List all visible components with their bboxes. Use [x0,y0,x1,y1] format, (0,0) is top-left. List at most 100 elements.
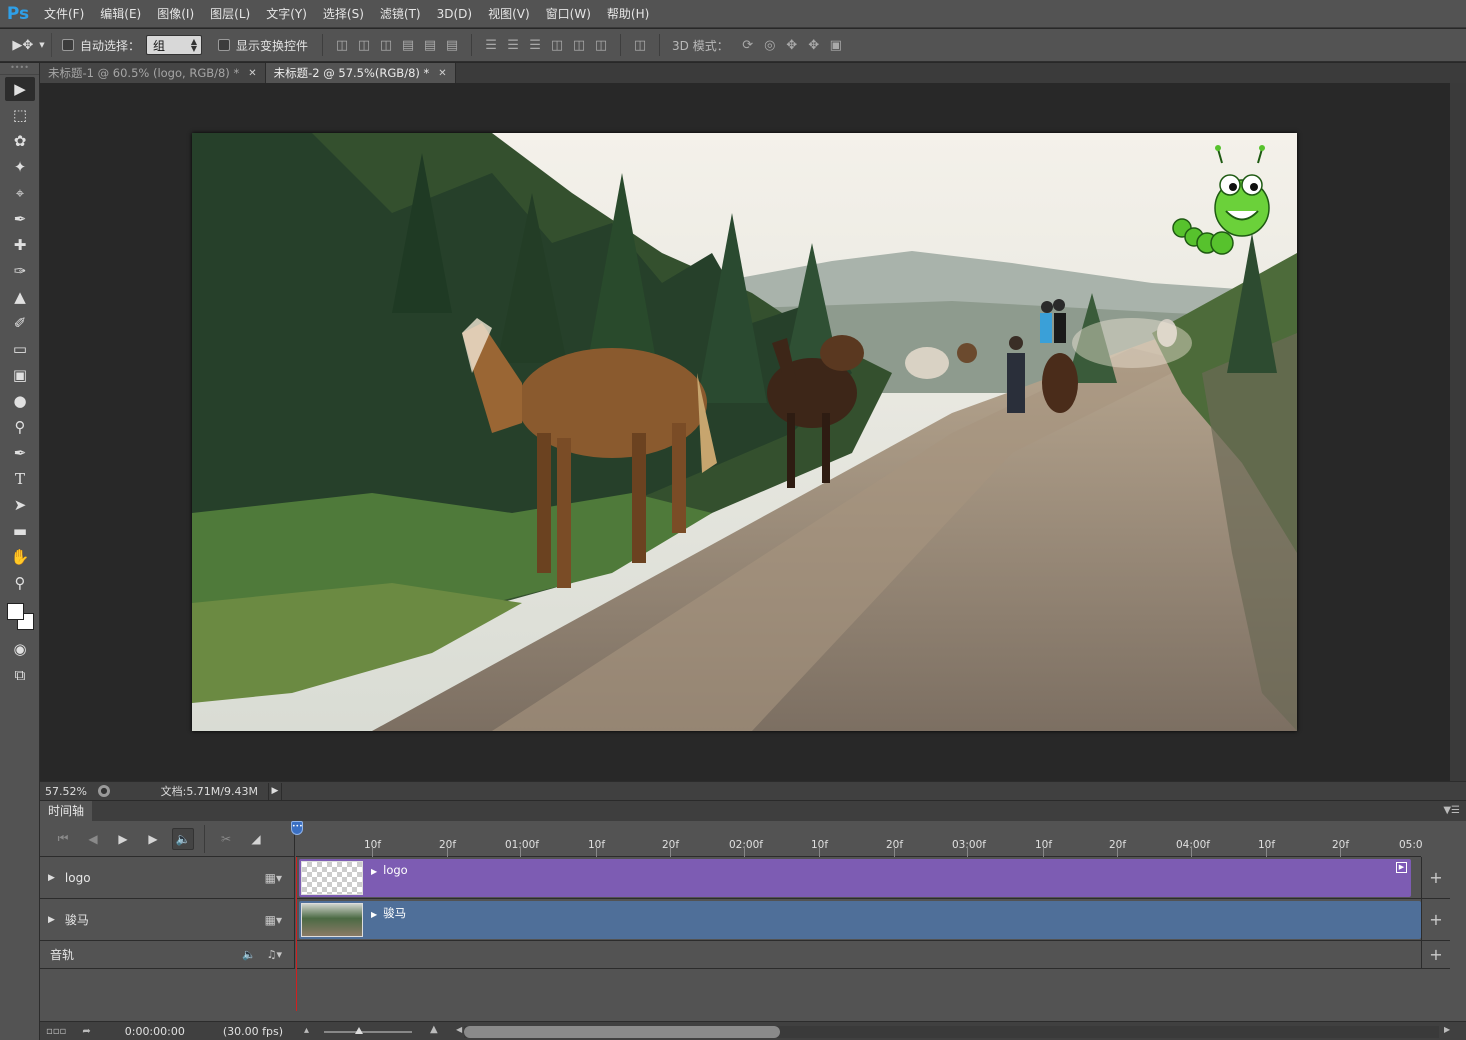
type-tool-icon[interactable]: T [5,467,35,491]
film-strip-icon[interactable]: ▦▾ [265,871,282,885]
tab-document-2[interactable]: 未标题-2 @ 57.5%(RGB/8) * ✕ [265,63,456,83]
align-hcenter-icon[interactable]: ▤ [421,36,439,54]
menu-layer[interactable]: 图层(L) [202,0,258,28]
track-header-video[interactable]: ▶ 骏马 ▦▾ [40,899,295,941]
dodge-icon[interactable]: ⚲ [5,415,35,439]
timeline-tab[interactable]: 时间轴 [40,801,93,821]
status-menu-arrow-icon[interactable]: ▶ [268,782,282,800]
render-video-icon[interactable]: ➦ [82,1026,90,1037]
align-bottom-icon[interactable]: ◫ [377,36,395,54]
show-transform-checkbox[interactable] [218,39,231,51]
distribute-vcenter-icon[interactable]: ☰ [504,36,522,54]
magic-wand-icon[interactable]: ✦ [5,155,35,179]
add-audio-button[interactable]: + [1421,941,1450,969]
scroll-right-arrow-icon[interactable]: ▶ [1444,1025,1450,1034]
playhead-handle[interactable]: ••• [291,821,303,835]
playhead-line[interactable] [296,857,297,1011]
previous-frame-icon[interactable]: ◀ [82,828,104,850]
3d-pan-icon[interactable]: ✥ [783,36,801,54]
zoom-tool-icon[interactable]: ⚲ [5,571,35,595]
panel-menu-icon[interactable]: ▼☰ [1443,801,1466,821]
menu-edit[interactable]: 编辑(E) [92,0,149,28]
menu-select[interactable]: 选择(S) [315,0,372,28]
quick-mask-icon[interactable]: ◉ [5,637,35,661]
canvas-vertical-scrollbar[interactable] [1450,83,1466,781]
audio-mute-icon[interactable]: 🔈 [172,827,194,850]
speaker-icon[interactable]: 🔈 ♫▾ [242,948,282,961]
logo-clip[interactable]: ▶ logo ▶ [299,859,1411,897]
expand-triangle-icon[interactable]: ▶ [48,873,55,883]
crop-tool-icon[interactable]: ⌖ [5,181,35,205]
3d-rotate-icon[interactable]: ⟳ [739,36,757,54]
distribute-bottom-icon[interactable]: ☰ [526,36,544,54]
menu-image[interactable]: 图像(I) [149,0,202,28]
menu-file[interactable]: 文件(F) [36,0,92,28]
menu-help[interactable]: 帮助(H) [599,0,657,28]
rectangle-tool-icon[interactable]: ▬ [5,519,35,543]
align-vcenter-icon[interactable]: ◫ [355,36,373,54]
3d-scale-icon[interactable]: ▣ [827,36,845,54]
distribute-left-icon[interactable]: ◫ [548,36,566,54]
history-brush-icon[interactable]: ✐ [5,311,35,335]
foreground-color-swatch[interactable] [7,603,24,620]
healing-brush-icon[interactable]: ✚ [5,233,35,257]
canvas-area[interactable] [40,83,1450,781]
path-select-icon[interactable]: ➤ [5,493,35,517]
color-swatches[interactable] [5,601,35,631]
distribute-hcenter-icon[interactable]: ◫ [570,36,588,54]
expand-triangle-icon[interactable]: ▶ [48,915,55,925]
add-media-button[interactable]: + [1421,857,1450,899]
zoom-in-mountain-icon[interactable]: ▲ [430,1024,438,1035]
gradient-icon[interactable]: ▣ [5,363,35,387]
tab-document-1[interactable]: 未标题-1 @ 60.5% (logo, RGB/8) * ✕ [40,63,266,83]
status-info-icon[interactable]: ● [98,785,110,797]
track-lane-audio[interactable] [296,941,1421,969]
clip-end-marker-icon[interactable]: ▶ [1396,862,1407,873]
pen-tool-icon[interactable]: ✒ [5,441,35,465]
menu-window[interactable]: 窗口(W) [538,0,599,28]
frame-animation-icon[interactable]: ▫▫▫ [46,1026,66,1037]
transition-icon[interactable]: ◢ [245,828,267,850]
menu-view[interactable]: 视图(V) [480,0,538,28]
eyedropper-icon[interactable]: ✒ [5,207,35,231]
track-header-audio[interactable]: 音轨 🔈 ♫▾ [40,941,295,969]
film-strip-icon[interactable]: ▦▾ [265,913,282,927]
menu-3d[interactable]: 3D(D) [429,0,480,28]
go-to-first-frame-icon[interactable]: ⏮ [52,828,74,850]
track-lane-video[interactable]: ▶ 骏马 [296,899,1421,941]
align-left-icon[interactable]: ▤ [399,36,417,54]
lasso-tool-icon[interactable]: ✿ [5,129,35,153]
close-icon[interactable]: ✕ [438,68,446,79]
add-media-button[interactable]: + [1421,899,1450,941]
3d-roll-icon[interactable]: ◎ [761,36,779,54]
video-clip[interactable]: ▶ 骏马 [299,901,1421,939]
auto-select-checkbox[interactable] [62,39,74,51]
time-ruler[interactable]: ••• 10f 20f 01:00f 10f 20f 02:00f 10f 20… [291,821,1423,857]
play-icon[interactable]: ▶ [112,828,134,850]
clone-stamp-icon[interactable]: ▲ [5,285,35,309]
zoom-level[interactable]: 57.52% [40,785,98,798]
menu-type[interactable]: 文字(Y) [258,0,315,28]
align-top-icon[interactable]: ◫ [333,36,351,54]
hand-tool-icon[interactable]: ✋ [5,545,35,569]
scrollbar-thumb[interactable] [464,1026,780,1038]
auto-select-dropdown[interactable]: 组 ▲ ▼ [146,35,203,55]
timeline-zoom-slider[interactable] [324,1027,412,1034]
move-tool-icon[interactable]: ▶ [5,77,35,101]
next-frame-icon[interactable]: ▶ [142,828,164,850]
screen-mode-icon[interactable]: ⧉ [5,663,35,687]
track-header-logo[interactable]: ▶ logo ▦▾ [40,857,295,899]
scroll-left-arrow-icon[interactable]: ◀ [456,1025,462,1034]
align-right-icon[interactable]: ▤ [443,36,461,54]
auto-align-icon[interactable]: ◫ [631,36,649,54]
marquee-tool-icon[interactable]: ⬚ [5,103,35,127]
toolbox-grip[interactable]: •••• [0,63,39,75]
eraser-icon[interactable]: ▭ [5,337,35,361]
zoom-slider-knob[interactable] [355,1027,363,1034]
menu-filter[interactable]: 滤镜(T) [372,0,429,28]
split-scissors-icon[interactable]: ✂ [215,828,237,850]
track-lane-logo[interactable]: ▶ logo ▶ [296,857,1421,899]
3d-slide-icon[interactable]: ✥ [805,36,823,54]
blur-icon[interactable]: ● [5,389,35,413]
tool-preset-picker[interactable]: ▶✥ ▼ [6,33,52,57]
